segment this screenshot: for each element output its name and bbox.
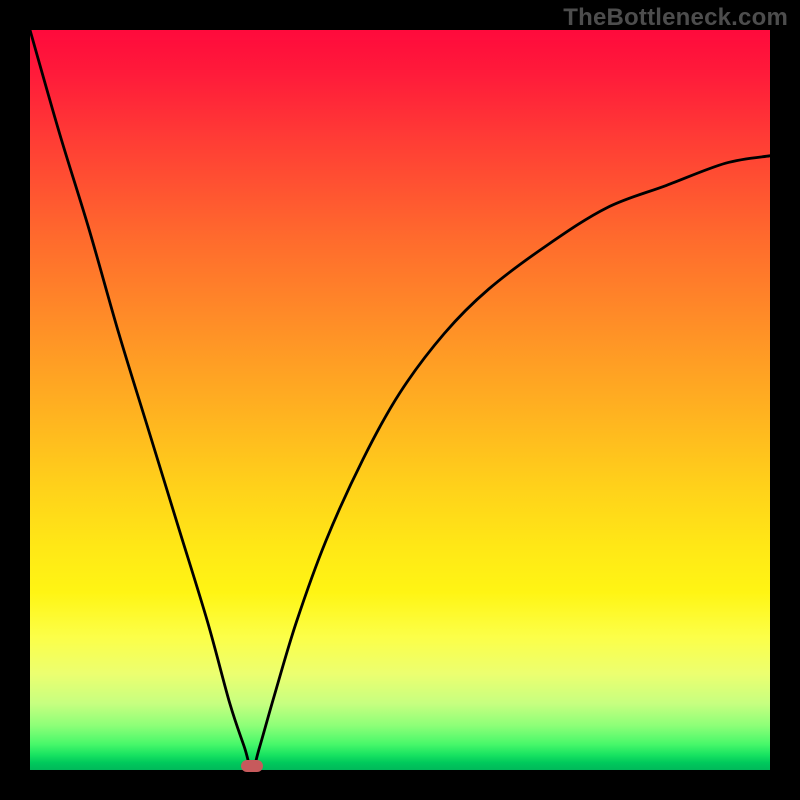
chart-frame: TheBottleneck.com (0, 0, 800, 800)
optimal-point-marker (241, 760, 263, 772)
watermark-text: TheBottleneck.com (563, 4, 788, 32)
plot-area (30, 30, 770, 770)
bottleneck-curve (30, 30, 770, 770)
